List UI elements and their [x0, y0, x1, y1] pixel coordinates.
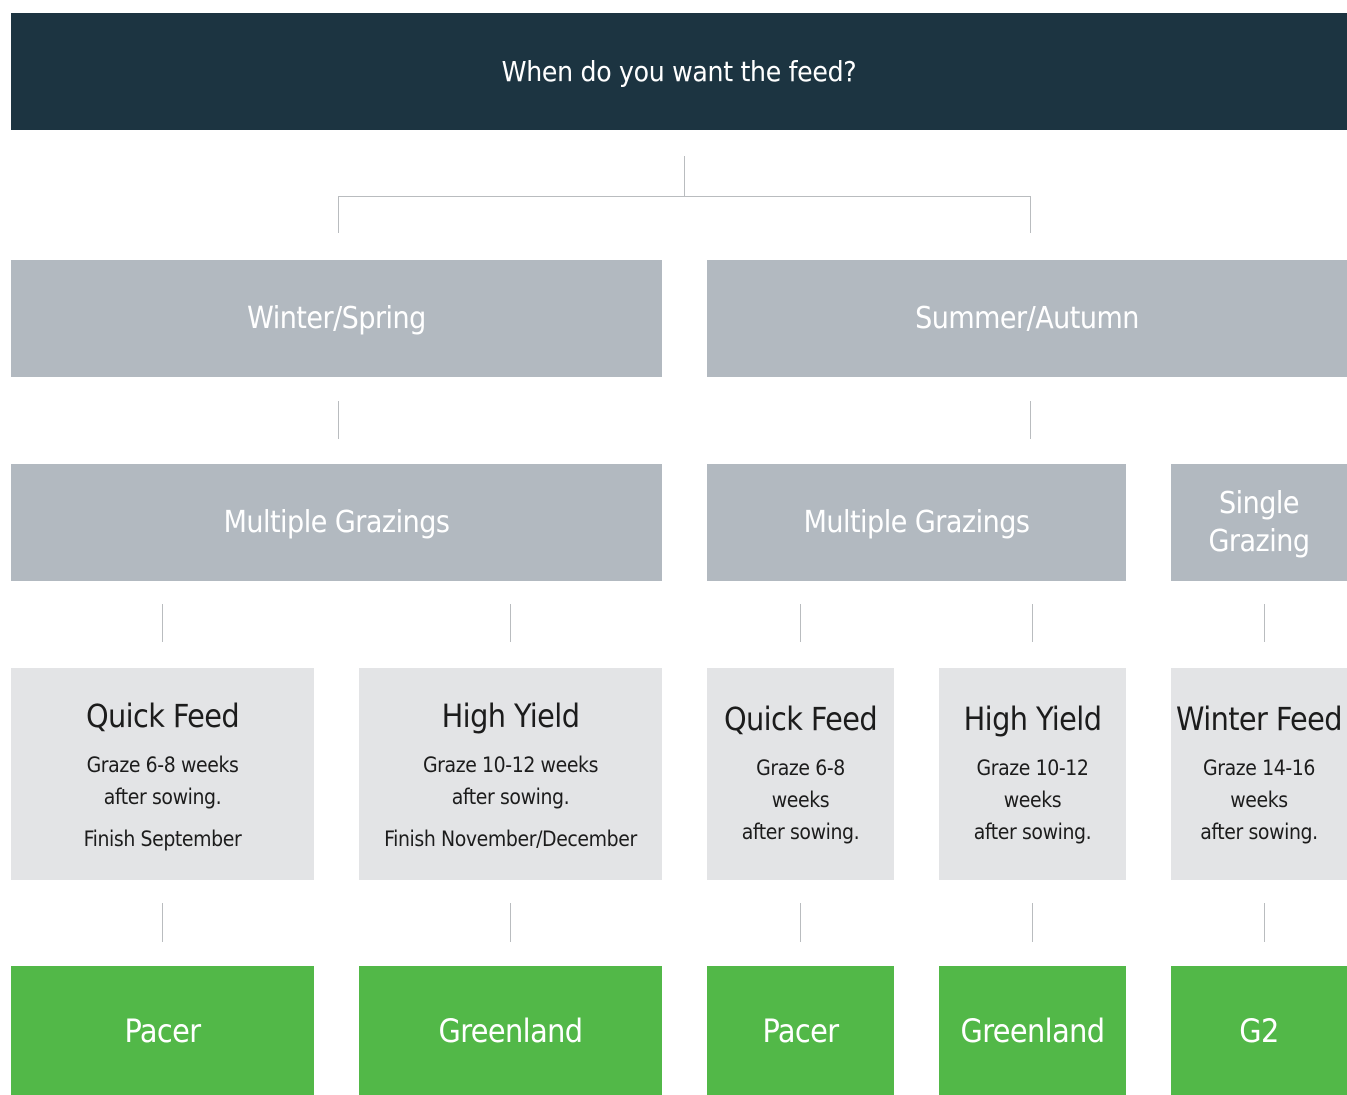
- root-question-label: When do you want the feed?: [501, 55, 857, 88]
- grazing-label: Single Grazing: [1208, 485, 1310, 559]
- connector-option-1: [510, 903, 511, 942]
- option-high-yield-summer: High Yield Graze 10-12 weeks after sowin…: [939, 668, 1126, 880]
- product-label: Pacer: [762, 1011, 840, 1050]
- product-greenland-winter: Greenland: [359, 966, 662, 1095]
- product-label: Greenland: [960, 1011, 1106, 1050]
- grazing-multiple-winter: Multiple Grazings: [11, 464, 662, 581]
- connector-winter-spring: [338, 196, 339, 233]
- option-description: Graze 14-16 weeks after sowing.: [1200, 756, 1318, 844]
- connector-grazing-1: [510, 604, 511, 642]
- product-pacer-winter: Pacer: [11, 966, 314, 1095]
- option-description: Graze 6-8 weeks after sowing.: [741, 756, 860, 844]
- connector-option-0: [162, 903, 163, 942]
- option-winter-feed-summer: Winter Feed Graze 14-16 weeks after sowi…: [1171, 668, 1347, 880]
- option-title: Quick Feed: [85, 697, 240, 735]
- season-summer-autumn: Summer/Autumn: [707, 260, 1347, 377]
- grazing-label: Multiple Grazings: [223, 504, 450, 540]
- option-quick-feed-summer: Quick Feed Graze 6-8 weeks after sowing.: [707, 668, 894, 880]
- product-label: Greenland: [438, 1011, 584, 1050]
- option-description: Graze 6-8 weeks after sowing.: [86, 753, 239, 809]
- option-finish: Finish September: [83, 827, 242, 851]
- product-label: G2: [1239, 1011, 1279, 1050]
- option-title: Winter Feed: [1176, 700, 1343, 738]
- connector-grazing-0: [162, 604, 163, 642]
- season-label: Winter/Spring: [247, 300, 426, 336]
- season-winter-spring: Winter/Spring: [11, 260, 662, 377]
- option-high-yield-winter: High Yield Graze 10-12 weeks after sowin…: [359, 668, 662, 880]
- grazing-single-summer: Single Grazing: [1171, 464, 1347, 581]
- option-quick-feed-winter: Quick Feed Graze 6-8 weeks after sowing.…: [11, 668, 314, 880]
- option-title: Quick Feed: [723, 700, 878, 738]
- connector-grazing-4: [1264, 604, 1265, 642]
- connector-root: [684, 156, 685, 196]
- option-title: High Yield: [441, 697, 580, 735]
- option-description: Graze 10-12 weeks after sowing.: [422, 753, 599, 809]
- product-label: Pacer: [124, 1011, 202, 1050]
- connector-grazing-3: [1032, 604, 1033, 642]
- connector-root-branch: [338, 196, 1031, 197]
- connector-season-0: [338, 401, 339, 439]
- option-title: High Yield: [963, 700, 1102, 738]
- product-greenland-summer: Greenland: [939, 966, 1126, 1095]
- root-question: When do you want the feed?: [11, 13, 1347, 130]
- connector-option-2: [800, 903, 801, 942]
- product-g2-summer: G2: [1171, 966, 1347, 1095]
- grazing-multiple-summer: Multiple Grazings: [707, 464, 1126, 581]
- connector-option-3: [1032, 903, 1033, 942]
- connector-season-1: [1030, 401, 1031, 439]
- connector-summer-autumn: [1030, 196, 1031, 233]
- option-description: Graze 10-12 weeks after sowing.: [973, 756, 1092, 844]
- option-finish: Finish November/December: [384, 827, 637, 851]
- season-label: Summer/Autumn: [915, 300, 1139, 336]
- connector-option-4: [1264, 903, 1265, 942]
- product-pacer-summer: Pacer: [707, 966, 894, 1095]
- connector-grazing-2: [800, 604, 801, 642]
- grazing-label: Multiple Grazings: [803, 504, 1030, 540]
